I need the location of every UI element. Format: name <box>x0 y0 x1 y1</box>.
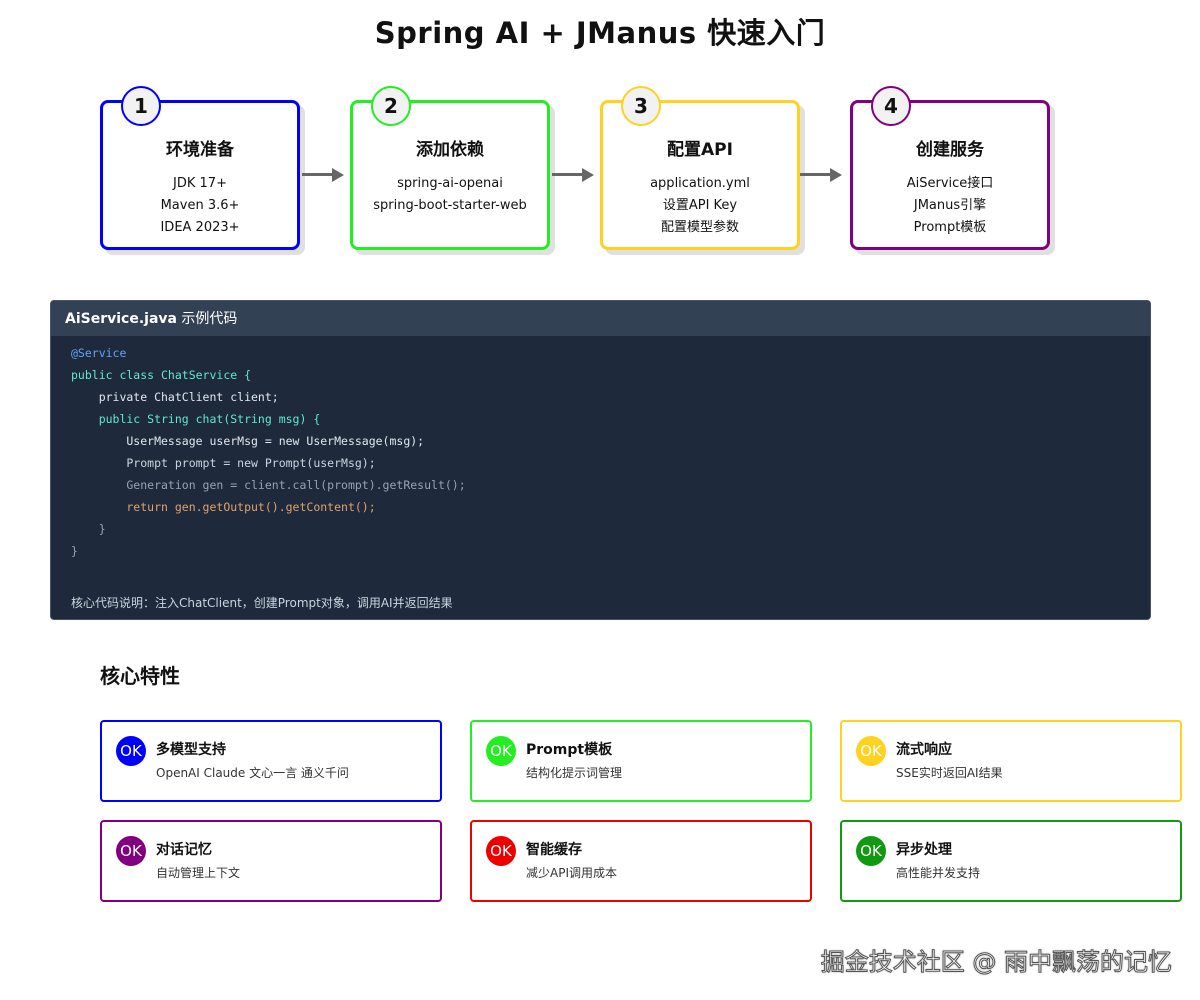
step-card-3: 3 配置API application.yml 设置API Key 配置模型参数 <box>600 86 800 250</box>
step-2-line-2: spring-boot-starter-web <box>373 198 527 213</box>
step-card-2: 2 添加依赖 spring-ai-openai spring-boot-star… <box>350 86 550 250</box>
feature-desc-5: 减少API调用成本 <box>526 866 617 880</box>
step-1-line-3: IDEA 2023+ <box>160 220 240 235</box>
code-panel: AiService.java 示例代码 @Service public clas… <box>50 300 1151 620</box>
features-title: 核心特性 <box>100 664 180 688</box>
step-4-line-2: JManus引擎 <box>913 198 987 213</box>
feature-card-2: OK Prompt模板 结构化提示词管理 <box>470 720 812 802</box>
feature-card-6: OK 异步处理 高性能并发支持 <box>840 820 1182 902</box>
code-line-7: Generation gen = client.call(prompt).get… <box>71 478 466 492</box>
code-line-2: public class ChatService { <box>71 368 252 382</box>
feature-card-5: OK 智能缓存 减少API调用成本 <box>470 820 812 902</box>
step-title-3: 配置API <box>667 140 733 160</box>
feature-card-4: OK 对话记忆 自动管理上下文 <box>100 820 442 902</box>
code-line-6: Prompt prompt = new Prompt(userMsg); <box>71 456 376 470</box>
ok-icon: OK <box>116 736 146 766</box>
step-badge-1: 1 <box>121 86 161 126</box>
ok-icon: OK <box>856 836 886 866</box>
code-line-8: return gen.getOutput().getContent(); <box>71 500 376 514</box>
step-card-4: 4 创建服务 AiService接口 JManus引擎 Prompt模板 <box>850 86 1050 250</box>
code-line-3: private ChatClient client; <box>71 390 279 404</box>
code-line-10: } <box>71 544 78 558</box>
code-filename-suffix: 示例代码 <box>176 311 238 327</box>
page-title: Spring AI + JManus 快速入门 <box>374 16 826 50</box>
feature-desc-3: SSE实时返回AI结果 <box>896 766 1003 780</box>
step-title-2: 添加依赖 <box>416 140 484 160</box>
code-body: @Service public class ChatService { priv… <box>51 336 1150 562</box>
code-line-9: } <box>71 522 106 536</box>
feature-title-4: 对话记忆 <box>156 842 212 858</box>
code-line-5: UserMessage userMsg = new UserMessage(ms… <box>71 434 425 448</box>
code-line-4: public String chat(String msg) { <box>71 412 321 426</box>
feature-title-3: 流式响应 <box>896 742 952 758</box>
feature-card-1: OK 多模型支持 OpenAI Claude 文心一言 通义千问 <box>100 720 442 802</box>
ok-icon: OK <box>116 836 146 866</box>
step-badge-4: 4 <box>871 86 911 126</box>
step-badge-3: 3 <box>621 86 661 126</box>
feature-desc-1: OpenAI Claude 文心一言 通义千问 <box>156 766 349 780</box>
step-card-1: 1 环境准备 JDK 17+ Maven 3.6+ IDEA 2023+ <box>100 86 300 250</box>
feature-title-1: 多模型支持 <box>156 742 226 758</box>
step-3-line-3: 配置模型参数 <box>660 220 739 235</box>
code-note: 核心代码说明：注入ChatClient，创建Prompt对象，调用AI并返回结果 <box>71 596 453 610</box>
code-line-1: @Service <box>71 346 127 360</box>
step-3-line-1: application.yml <box>650 176 750 191</box>
ok-icon: OK <box>486 836 516 866</box>
step-4-line-3: Prompt模板 <box>913 220 987 235</box>
ok-icon: OK <box>856 736 886 766</box>
code-filename: AiService.java <box>65 311 177 327</box>
step-1-line-2: Maven 3.6+ <box>160 198 240 213</box>
step-3-line-2: 设置API Key <box>662 198 738 213</box>
step-title-1: 环境准备 <box>166 140 234 160</box>
feature-title-5: 智能缓存 <box>526 842 582 858</box>
feature-title-6: 异步处理 <box>896 842 952 858</box>
step-4-line-1: AiService接口 <box>906 176 994 191</box>
code-header: AiService.java 示例代码 <box>51 301 1150 336</box>
ok-icon: OK <box>486 736 516 766</box>
feature-card-3: OK 流式响应 SSE实时返回AI结果 <box>840 720 1182 802</box>
step-1-line-1: JDK 17+ <box>173 176 227 191</box>
feature-desc-6: 高性能并发支持 <box>896 866 981 880</box>
feature-title-2: Prompt模板 <box>526 742 613 758</box>
step-2-line-1: spring-ai-openai <box>397 176 503 191</box>
feature-desc-4: 自动管理上下文 <box>156 866 241 880</box>
step-title-4: 创建服务 <box>916 140 984 160</box>
watermark: 掘金技术社区 @ 雨中飘荡的记忆 <box>820 948 1172 977</box>
feature-desc-2: 结构化提示词管理 <box>526 766 623 780</box>
step-badge-2: 2 <box>371 86 411 126</box>
